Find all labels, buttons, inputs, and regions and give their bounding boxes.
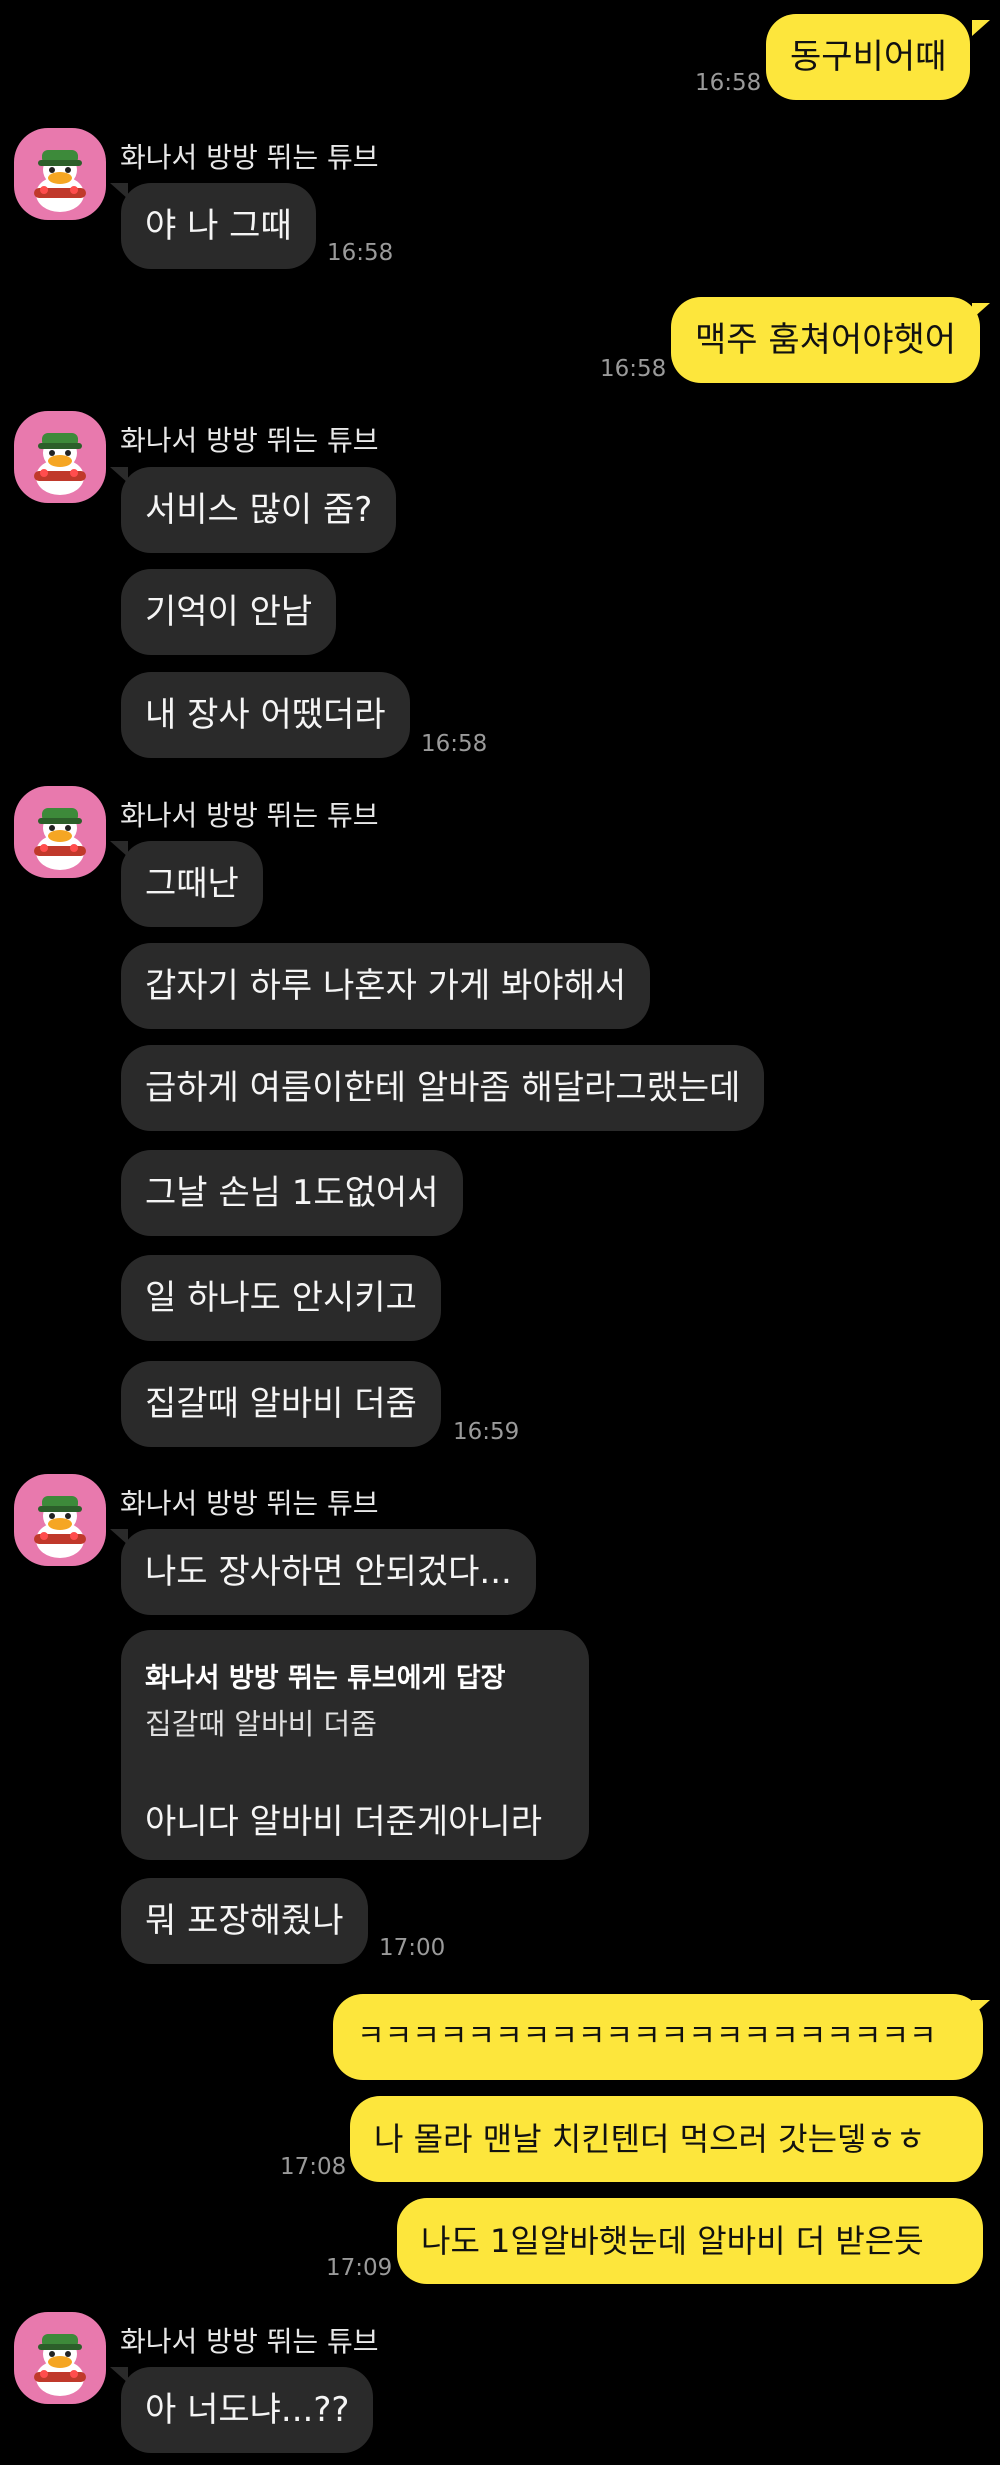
message-bubble[interactable]: 아 너도냐...??: [121, 2367, 374, 2453]
bubble-tail: [972, 20, 990, 36]
timestamp: 17:08: [280, 2154, 347, 2180]
duck-character-icon: [34, 433, 86, 495]
message-bubble[interactable]: 집갈때 알바비 더줌: [121, 1361, 441, 1447]
duck-character-icon: [34, 1496, 86, 1558]
avatar[interactable]: [14, 411, 106, 503]
message-bubble[interactable]: 기억이 안남: [121, 569, 337, 655]
message-bubble[interactable]: 갑자기 하루 나혼자 가게 봐야해서: [121, 943, 651, 1029]
timestamp: 16:58: [421, 731, 488, 757]
timestamp: 17:09: [326, 2255, 393, 2281]
message-bubble[interactable]: 서비스 많이 줌?: [121, 467, 397, 553]
message-bubble[interactable]: ㅋㅋㅋㅋㅋㅋㅋㅋㅋㅋㅋㅋㅋㅋㅋㅋㅋㅋㅋㅋㅋ: [333, 1994, 983, 2080]
timestamp: 16:58: [695, 70, 762, 96]
sender-name: 화나서 방방 뛰는 튜브: [120, 1487, 379, 1520]
reply-bubble[interactable]: 화나서 방방 뛰는 튜브에게 답장 집갈때 알바비 더줌 아니다 알바비 더준게…: [121, 1630, 589, 1860]
duck-character-icon: [34, 808, 86, 870]
message-bubble[interactable]: 동구비어때: [766, 14, 971, 100]
avatar[interactable]: [14, 786, 106, 878]
timestamp: 16:59: [453, 1419, 520, 1445]
duck-character-icon: [34, 2334, 86, 2396]
message-bubble[interactable]: 뭐 포장해줬나: [121, 1878, 368, 1964]
avatar[interactable]: [14, 128, 106, 220]
sender-name: 화나서 방방 뛰는 튜브: [120, 2325, 379, 2358]
duck-character-icon: [34, 150, 86, 212]
message-bubble[interactable]: 일 하나도 안시키고: [121, 1255, 441, 1341]
timestamp: 17:00: [379, 1935, 446, 1961]
message-bubble[interactable]: 내 장사 어땠더라: [121, 672, 410, 758]
sender-name: 화나서 방방 뛰는 튜브: [120, 424, 379, 457]
avatar[interactable]: [14, 1474, 106, 1566]
timestamp: 16:58: [327, 240, 394, 266]
message-bubble[interactable]: 맥주 훔쳐어야햇어: [671, 297, 981, 383]
avatar[interactable]: [14, 2312, 106, 2404]
message-bubble[interactable]: 야 나 그때: [121, 183, 316, 269]
sender-name: 화나서 방방 뛰는 튜브: [120, 799, 379, 832]
bubble-tail: [972, 303, 990, 319]
message-bubble[interactable]: 그때난: [121, 841, 263, 927]
quoted-message[interactable]: 집갈때 알바비 더줌: [145, 1701, 565, 1743]
message-bubble[interactable]: 나 몰라 맨날 치킨텐더 먹으러 갓는뎋ㅎㅎ: [350, 2096, 983, 2182]
timestamp: 16:58: [600, 356, 667, 382]
sender-name: 화나서 방방 뛰는 튜브: [120, 141, 379, 174]
reply-header: 화나서 방방 뛰는 튜브에게 답장: [145, 1663, 506, 1694]
message-bubble[interactable]: 급하게 여름이한테 알바좀 해달라그랬는데: [121, 1045, 765, 1131]
reply-text: 아니다 알바비 더준게아니라: [145, 1802, 542, 1842]
message-bubble[interactable]: 나도 장사하면 안되겄다...: [121, 1529, 536, 1615]
bubble-tail: [972, 2000, 990, 2016]
message-bubble[interactable]: 나도 1일알바햇눈데 알바비 더 받은듯: [397, 2198, 983, 2284]
message-bubble[interactable]: 그날 손님 1도없어서: [121, 1150, 463, 1236]
